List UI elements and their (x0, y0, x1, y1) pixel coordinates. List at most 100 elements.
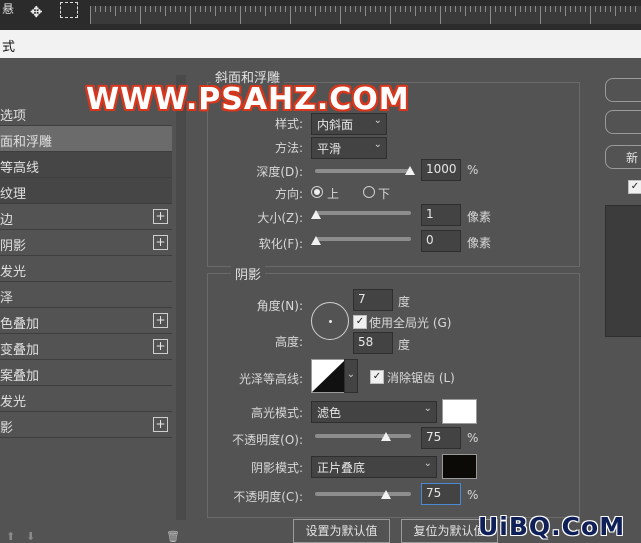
ruler-tick (505, 6, 506, 12)
shadow-color-swatch[interactable] (442, 454, 477, 479)
highlight-opacity-thumb[interactable] (381, 432, 391, 441)
size-label: 大小(Z): (257, 211, 303, 225)
style-list-item[interactable]: 影 + (0, 412, 172, 438)
style-list-item[interactable]: 阴影 + (0, 230, 172, 256)
direction-label: 方向: (274, 187, 303, 201)
add-effect-icon[interactable]: + (153, 417, 168, 432)
size-input[interactable]: 1 (421, 204, 461, 226)
angle-unit: 度 (398, 295, 411, 309)
ruler-tick (375, 6, 376, 12)
ruler-tick (515, 6, 516, 16)
ruler-tick (165, 6, 166, 16)
ruler-tick (235, 6, 236, 12)
ruler-tick (335, 6, 336, 12)
ruler-tick (270, 6, 271, 12)
direction-down-label: 下 (378, 187, 391, 201)
style-list-item[interactable]: 等高线 (0, 152, 172, 178)
move-up-icon[interactable]: ⬆ (6, 530, 15, 543)
ruler-tick (575, 6, 576, 12)
style-value: 内斜面 (317, 118, 354, 132)
highlight-color-swatch[interactable] (442, 399, 477, 424)
style-list-item[interactable]: 变叠加 + (0, 334, 172, 360)
set-default-button[interactable]: 设置为默认值 (293, 519, 390, 543)
add-effect-icon[interactable]: + (153, 313, 168, 328)
depth-slider-thumb[interactable] (405, 166, 415, 175)
soften-unit: 像素 (467, 236, 492, 250)
antialias-checkbox[interactable]: ✓ (370, 370, 384, 384)
style-list-item[interactable]: 边 + (0, 204, 172, 230)
ruler-tick (450, 6, 451, 12)
soften-slider-thumb[interactable] (311, 236, 321, 245)
marquee-tool-icon[interactable] (60, 2, 78, 18)
ruler-tick (385, 6, 386, 12)
depth-slider[interactable] (315, 169, 411, 173)
ruler-tick (600, 6, 601, 12)
altitude-value: 58 (358, 335, 374, 349)
shadow-opacity-slider[interactable] (315, 492, 411, 496)
chevron-down-icon: ⌄ (423, 458, 432, 469)
ruler-tick (440, 6, 441, 24)
altitude-input[interactable]: 58 (353, 332, 393, 354)
ruler-tick (265, 6, 266, 16)
direction-down-radio[interactable] (363, 186, 375, 198)
cancel-button[interactable] (605, 110, 641, 134)
trash-icon[interactable]: 🗑 (166, 530, 180, 543)
ruler-tick (485, 6, 486, 12)
global-light-checkbox[interactable]: ✓ (353, 315, 367, 329)
angle-dial[interactable] (311, 302, 349, 340)
ruler-tick (635, 6, 636, 12)
highlight-opacity-input[interactable]: 75 (421, 427, 461, 449)
depth-unit: % (467, 163, 479, 177)
depth-value: 1000 (426, 162, 457, 176)
top-toolbar: 悬 ✥ 2 (0, 0, 641, 30)
ruler-tick (260, 6, 261, 12)
shadow-mode-value: 正片叠底 (317, 461, 366, 475)
size-slider-thumb[interactable] (311, 210, 321, 219)
ruler-tick (120, 6, 121, 12)
style-list-item[interactable]: 泽 (0, 282, 172, 308)
shadow-mode-select[interactable]: 正片叠底 ⌄ (311, 456, 437, 478)
ok-button[interactable] (605, 78, 641, 102)
soften-input[interactable]: 0 (421, 230, 461, 252)
method-select[interactable]: 平滑 ⌄ (311, 137, 387, 159)
ruler-tick (535, 6, 536, 12)
depth-label: 深度(D): (256, 165, 303, 179)
preview-checkbox[interactable]: ✓ (628, 180, 641, 194)
style-list-item[interactable]: 纹理 (0, 178, 172, 204)
new-style-button[interactable]: 新 (605, 145, 641, 169)
style-list-item[interactable]: 发光 (0, 256, 172, 282)
ruler-tick (225, 6, 226, 12)
ruler-tick (195, 6, 196, 12)
shadow-opacity-input[interactable]: 75 (421, 483, 461, 505)
move-tool-icon[interactable]: ✥ (30, 3, 43, 21)
add-effect-icon[interactable]: + (153, 209, 168, 224)
ruler-tick (140, 6, 141, 24)
style-list-item[interactable]: 案叠加 (0, 360, 172, 386)
ruler-tick (155, 6, 156, 12)
ruler-tick (280, 6, 281, 12)
style-list-item[interactable]: 面和浮雕 (0, 126, 172, 152)
direction-up-radio[interactable] (311, 186, 323, 198)
angle-input[interactable]: 7 (353, 289, 393, 311)
ruler-tick (135, 6, 136, 12)
ruler-tick (405, 6, 406, 12)
size-value: 1 (426, 207, 434, 221)
size-slider[interactable] (315, 211, 411, 215)
soften-slider[interactable] (315, 237, 411, 241)
highlight-opacity-slider[interactable] (315, 434, 411, 438)
add-effect-icon[interactable]: + (153, 235, 168, 250)
shadow-opacity-thumb[interactable] (381, 490, 391, 499)
ruler-tick (325, 6, 326, 12)
style-list-scrollbar[interactable] (176, 75, 186, 520)
depth-input[interactable]: 1000 (421, 159, 461, 181)
ruler-tick (305, 6, 306, 12)
altitude-unit: 度 (398, 338, 411, 352)
style-list-item[interactable]: 发光 (0, 386, 172, 412)
highlight-opacity-value: 75 (426, 430, 442, 444)
move-down-icon[interactable]: ⬇ (26, 530, 35, 543)
add-effect-icon[interactable]: + (153, 339, 168, 354)
gloss-contour-preview[interactable] (311, 359, 346, 393)
highlight-mode-select[interactable]: 滤色 ⌄ (311, 401, 437, 423)
style-list-item[interactable]: 色叠加 + (0, 308, 172, 334)
gloss-contour-dropdown[interactable]: ⌄ (344, 359, 358, 393)
